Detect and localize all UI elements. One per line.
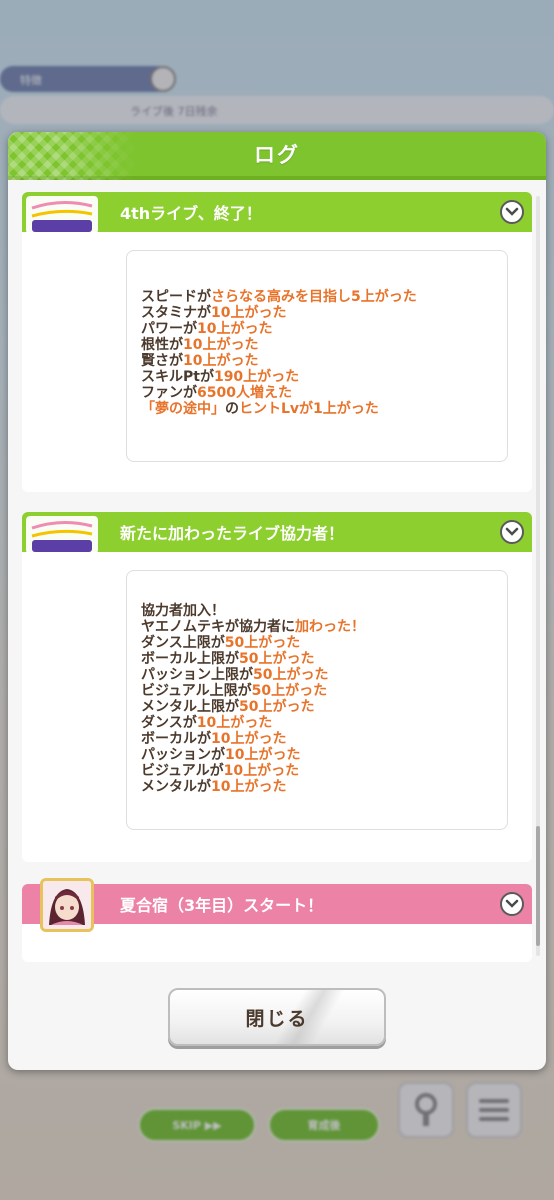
log-line-segment: ダンスが <box>141 715 197 731</box>
close-button[interactable]: 閉じる <box>168 988 386 1046</box>
log-line-segment: ダンス上限が <box>141 635 225 651</box>
log-line-segment: ヤエノムテキが協力者に <box>141 619 295 635</box>
log-line-segment: 10上がった <box>197 321 273 337</box>
log-line: スピードがさらなる高みを目指し5上がった <box>141 289 495 305</box>
log-line: スキルPtが190上がった <box>141 369 495 385</box>
log-line: ボーカル上限が50上がった <box>141 651 495 667</box>
log-entry-header[interactable]: 新たに加わったライブ協力者！ <box>22 512 532 554</box>
dialog-header: ログ <box>8 132 546 180</box>
log-line: ヤエノムテキが協力者に加わった！ <box>141 619 495 635</box>
log-line-segment: パッションが <box>141 747 225 763</box>
log-line-segment: 50上がった <box>239 651 315 667</box>
log-line-segment: ビジュアル上限が <box>141 683 252 699</box>
log-entry: 夏合宿（3年目）スタート！ <box>22 878 532 962</box>
log-line-segment: 10上がった <box>211 731 287 747</box>
log-line-segment: 「夢の途中」 <box>141 401 225 417</box>
log-entry-header[interactable]: 4thライブ、終了！ <box>22 192 532 234</box>
log-line-segment: 50上がった <box>253 667 329 683</box>
log-line-segment: さらなる高みを目指し5上がった <box>211 289 417 305</box>
log-entry-text-box: スピードがさらなる高みを目指し5上がった スタミナが10上がった パワーが10上がっ… <box>126 250 508 462</box>
log-line: ボーカルが10上がった <box>141 731 495 747</box>
log-line-segment: スピードが <box>141 289 211 305</box>
log-line: メンタル上限が50上がった <box>141 699 495 715</box>
log-dialog: ログ 4thライブ、終了！ スピードがさらなる高みを目指し5上がった スタミナが1… <box>8 132 546 1070</box>
log-entry-lines: スピードがさらなる高みを目指し5上がった スタミナが10上がった パワーが10上がっ… <box>141 289 495 417</box>
log-line: ビジュアル上限が50上がった <box>141 683 495 699</box>
log-line-segment: 協力者加入！ <box>141 603 225 619</box>
log-line: パッションが10上がった <box>141 747 495 763</box>
log-line: ダンス上限が50上がった <box>141 635 495 651</box>
log-line-segment: 10上がった <box>183 337 259 353</box>
log-entry-text-box: 協力者加入！ ヤエノムテキが協力者に加わった！ ダンス上限が50上がった ボーカル上限… <box>126 570 508 830</box>
chevron-down-icon[interactable] <box>500 520 524 544</box>
log-line-segment: 10上がった <box>196 715 273 731</box>
chevron-down-icon[interactable] <box>500 892 524 916</box>
log-line-segment: 賢さが <box>141 353 183 369</box>
log-entry: 4thライブ、終了！ スピードがさらなる高みを目指し5上がった スタミナが10上が… <box>22 192 532 492</box>
log-scroll-area[interactable]: 4thライブ、終了！ スピードがさらなる高みを目指し5上がった スタミナが10上が… <box>22 192 532 962</box>
log-line-segment: パッション上限が <box>141 667 253 683</box>
log-line-segment: の <box>225 401 239 417</box>
grand-live-logo-icon <box>26 196 98 234</box>
log-line: ダンスが10上がった <box>141 715 495 731</box>
log-line-segment: 6500人増えた <box>197 385 292 401</box>
character-avatar <box>40 878 94 932</box>
log-line: ファンが6500人増えた <box>141 385 495 401</box>
log-line: ビジュアルが10上がった <box>141 763 495 779</box>
log-line-segment: 10上がった <box>223 763 300 779</box>
grand-live-logo-icon <box>26 516 98 554</box>
log-line-segment: スタミナが <box>141 305 211 321</box>
log-entry-title: 4thライブ、終了！ <box>120 204 262 223</box>
chevron-down-icon[interactable] <box>500 200 524 224</box>
log-line-segment: 10上がった <box>225 747 301 763</box>
log-line-segment: 10上がった <box>183 353 259 369</box>
log-line: スタミナが10上がった <box>141 305 495 321</box>
header-pattern <box>8 132 138 180</box>
log-line-segment: スキルPtが <box>141 369 214 385</box>
log-line-segment: 190上がった <box>213 369 300 385</box>
dialog-title: ログ <box>254 143 300 167</box>
log-line: パッション上限が50上がった <box>141 667 495 683</box>
log-entry-header[interactable]: 夏合宿（3年目）スタート！ <box>22 878 532 932</box>
log-line: メンタルが10上がった <box>141 779 495 795</box>
log-line-segment: 10上がった <box>211 305 287 321</box>
log-scrollbar[interactable] <box>536 196 540 956</box>
log-line-segment: 加わった！ <box>295 619 365 635</box>
log-line-segment: ヒントLvが1上がった <box>239 401 379 417</box>
log-line: パワーが10上がった <box>141 321 495 337</box>
log-line-segment: ファンが <box>141 385 197 401</box>
log-line-segment: 50上がった <box>239 699 315 715</box>
log-entry-lines: 協力者加入！ ヤエノムテキが協力者に加わった！ ダンス上限が50上がった ボーカル上限… <box>141 603 495 795</box>
log-line-segment: ボーカルが <box>141 731 211 747</box>
log-entry-title: 新たに加わったライブ協力者！ <box>120 524 345 543</box>
log-entry-title: 夏合宿（3年目）スタート！ <box>120 896 324 915</box>
log-line-segment: メンタルが <box>141 779 211 795</box>
log-entry: 新たに加わったライブ協力者！ 協力者加入！ ヤエノムテキが協力者に加わった！ ダンス… <box>22 512 532 862</box>
log-line-segment: 10上がった <box>211 779 287 795</box>
log-line-segment: パワーが <box>141 321 197 337</box>
log-line-segment: 50上がった <box>251 683 328 699</box>
log-line: 賢さが10上がった <box>141 353 495 369</box>
log-line-segment: 根性が <box>141 337 183 353</box>
log-line-segment: 50上がった <box>224 635 301 651</box>
log-line: 根性が10上がった <box>141 337 495 353</box>
log-line-segment: ボーカル上限が <box>141 651 239 667</box>
scroll-thumb[interactable] <box>536 826 540 946</box>
log-line: 「夢の途中」のヒントLvが1上がった <box>141 401 495 417</box>
log-line-segment: ビジュアルが <box>141 763 224 779</box>
close-button-label: 閉じる <box>245 1007 309 1030</box>
log-line-segment: メンタル上限が <box>141 699 239 715</box>
log-line: 協力者加入！ <box>141 603 495 619</box>
